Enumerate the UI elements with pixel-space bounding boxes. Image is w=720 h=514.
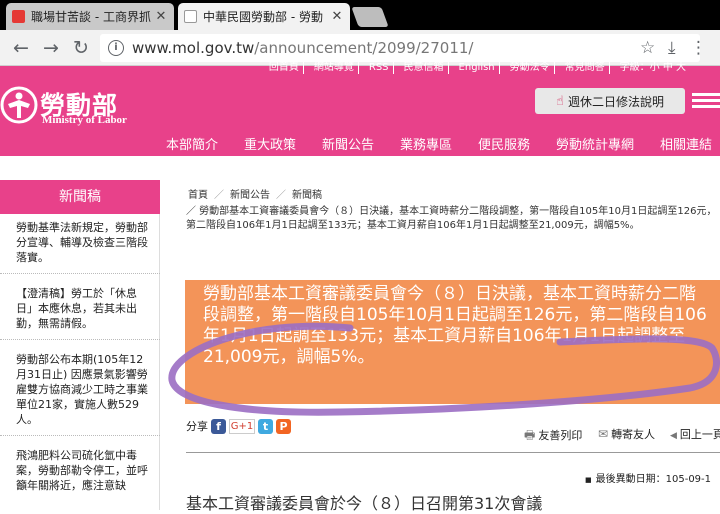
font-size-links[interactable]: 字級：小 中 大: [616, 62, 690, 74]
sidebar-news-item[interactable]: 飛鴻肥料公司硫化氫中毒案，勞動部勒令停工，並呼籲年關將近，應注意缺: [0, 448, 160, 508]
more-icon[interactable]: ⋮: [690, 38, 707, 58]
promo-label: 週休二日修法說明: [567, 94, 664, 109]
nav-policy[interactable]: 重大政策: [244, 134, 296, 153]
mail-icon: ✉: [598, 427, 609, 441]
top-link[interactable]: 回首頁: [265, 62, 304, 74]
sidebar-news-item[interactable]: 勞動基準法新規定，勞動部分宣導、輔導及檢查三階段落實。: [0, 220, 160, 274]
close-tab-icon[interactable]: ✕: [330, 9, 344, 24]
tab-title: 職場甘苦談 - 工商界抓: [31, 10, 151, 24]
article-headline: 勞動部基本工資審議委員會今（８）日決議，基本工資時薪分二階段調整，第一階段自10…: [185, 280, 720, 404]
last-modified: ■ 最後異動日期：105-09-1: [585, 470, 711, 485]
bullet-icon: ■: [585, 476, 592, 484]
share-label: 分享: [186, 420, 208, 433]
site-header: 回首頁 網站導覽 RSS 民意信箱 English 勞動法令 常見問答 字級：小…: [0, 62, 720, 130]
nav-statistics[interactable]: 勞動統計專網: [556, 134, 634, 153]
browser-toolbar: ← → ↻ i www.mol.gov.tw/announcement/2099…: [0, 30, 720, 66]
workweek-promo-button[interactable]: ☝ 週休二日修法說明: [535, 88, 685, 114]
nav-links[interactable]: 相關連結: [660, 134, 712, 153]
browser-tab-2[interactable]: 中華民國勞動部 - 勞動 ✕: [178, 3, 350, 30]
forward-button[interactable]: ✉ 轉寄友人: [598, 426, 655, 442]
breadcrumb-current: ／ 勞動部基本工資審議委員會今（８）日決議，基本工資時薪分二階段調整，第一階段自…: [186, 206, 717, 231]
reload-icon[interactable]: ↻: [70, 37, 92, 59]
hand-pointer-icon: ☝: [556, 93, 564, 109]
browser-tab-1[interactable]: 職場甘苦談 - 工商界抓 ✕: [6, 3, 174, 30]
print-button[interactable]: 🖶 友善列印: [524, 426, 582, 447]
hamburger-menu-icon[interactable]: [692, 90, 720, 114]
breadcrumb-news[interactable]: 新聞公告: [230, 190, 270, 201]
article-title: 基本工資審議委員會於今（８）日召開第31次會議: [186, 494, 543, 513]
nav-news[interactable]: 新聞公告: [322, 134, 374, 153]
close-tab-icon[interactable]: ✕: [154, 9, 168, 24]
new-tab-button[interactable]: [351, 7, 389, 27]
logo-english: Ministry of Labor: [42, 114, 127, 126]
url-host: www.mol.gov.tw: [132, 39, 255, 57]
sidebar-news-item[interactable]: 勞動部公布本期(105年12月31日止) 因應景氣影響勞雇雙方協商減少工時之事業…: [0, 352, 160, 436]
nav-business[interactable]: 業務專區: [400, 134, 452, 153]
breadcrumb-press[interactable]: 新聞稿: [292, 190, 322, 201]
favicon-icon: [12, 10, 25, 23]
nav-services[interactable]: 便民服務: [478, 134, 530, 153]
forward-icon[interactable]: →: [40, 37, 62, 59]
url-path: /announcement/2099/27011/: [254, 39, 474, 57]
ministry-logo-icon[interactable]: [0, 86, 38, 124]
breadcrumb-separator: ／: [276, 190, 286, 201]
breadcrumb-separator: ／: [214, 190, 224, 201]
back-page-label: 回上一頁: [679, 428, 720, 441]
print-label: 友善列印: [538, 429, 583, 442]
sidebar-title: 新聞稿: [0, 180, 160, 214]
top-link[interactable]: 民意信箱: [400, 62, 449, 74]
top-link[interactable]: RSS: [365, 62, 394, 74]
site-info-icon[interactable]: i: [108, 40, 124, 56]
browser-tab-strip: 職場甘苦談 - 工商界抓 ✕ 中華民國勞動部 - 勞動 ✕: [0, 0, 720, 30]
sidebar-news-item[interactable]: 【澄清稿】勞工於「休息日」本應休息，若其未出勤，無需請假。: [0, 286, 160, 340]
nav-about[interactable]: 本部簡介: [166, 134, 218, 153]
favicon-icon: [184, 10, 197, 23]
plurk-icon[interactable]: P: [276, 418, 291, 434]
back-page-button[interactable]: ◀ 回上一頁: [670, 426, 720, 442]
last-modified-label: 最後異動日期：: [595, 474, 666, 485]
address-bar[interactable]: i www.mol.gov.tw/announcement/2099/27011…: [100, 34, 707, 62]
back-arrow-icon: ◀: [670, 431, 677, 441]
facebook-icon[interactable]: f: [211, 418, 226, 434]
top-links: 回首頁 網站導覽 RSS 民意信箱 English 勞動法令 常見問答 字級：小…: [265, 62, 690, 74]
back-icon[interactable]: ←: [10, 37, 32, 59]
top-link[interactable]: 勞動法令: [506, 62, 555, 74]
twitter-icon[interactable]: t: [258, 418, 273, 434]
share-bar: 分享 f G+1 t P: [186, 418, 291, 434]
top-link[interactable]: 常見問答: [561, 62, 610, 74]
top-link[interactable]: 網站導覽: [310, 62, 359, 74]
news-sidebar: 新聞稿 勞動基準法新規定，勞動部分宣導、輔導及檢查三階段落實。 【澄清稿】勞工於…: [0, 180, 160, 510]
breadcrumb-home[interactable]: 首頁: [188, 190, 208, 201]
google-plus-icon[interactable]: G+1: [229, 418, 255, 434]
star-icon[interactable]: ☆: [640, 38, 655, 58]
main-nav: 本部簡介 重大政策 新聞公告 業務專區 便民服務 勞動統計專網 相關連結: [0, 130, 720, 156]
breadcrumb: 首頁 ／ 新聞公告 ／ 新聞稿: [188, 186, 322, 201]
url-text[interactable]: www.mol.gov.tw/announcement/2099/27011/: [132, 39, 473, 57]
last-modified-value: 105-09-1: [665, 474, 712, 485]
forward-label: 轉寄友人: [611, 428, 656, 441]
download-icon[interactable]: ⤓: [668, 38, 676, 58]
print-icon: 🖶: [524, 428, 536, 442]
content-divider: [186, 452, 720, 453]
tab-title: 中華民國勞動部 - 勞動: [203, 10, 323, 24]
top-link[interactable]: English: [455, 62, 500, 74]
